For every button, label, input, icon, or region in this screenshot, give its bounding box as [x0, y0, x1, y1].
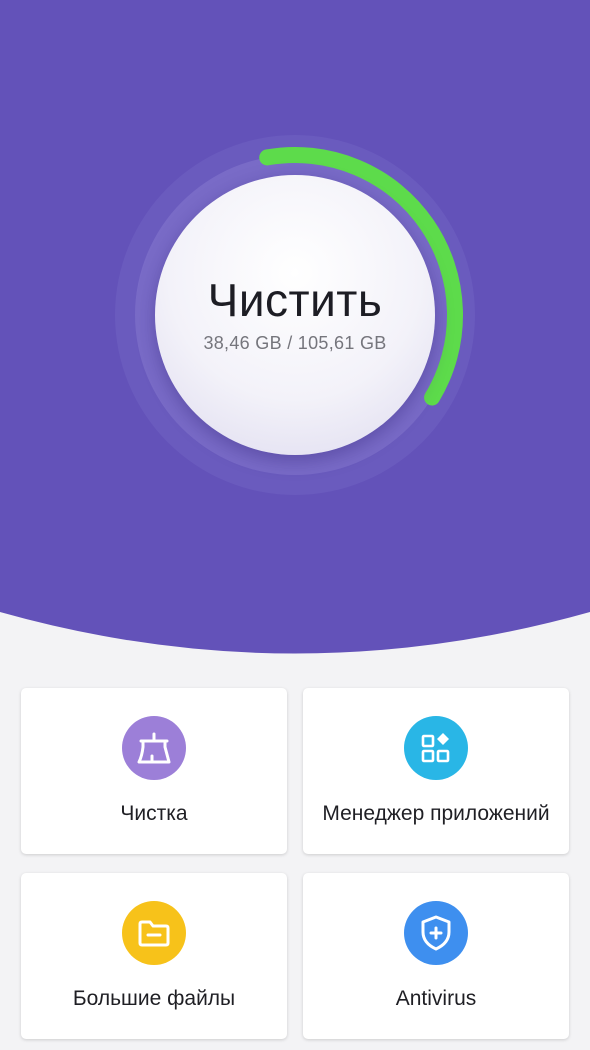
- shield-icon: [404, 901, 468, 965]
- storage-usage-text: 38,46 GB / 105,61 GB: [203, 333, 387, 353]
- large-files-card[interactable]: Большие файлы: [21, 873, 287, 1039]
- clean-button-label: Чистить: [207, 274, 383, 326]
- app-manager-card[interactable]: Менеджер приложений: [303, 688, 569, 854]
- antivirus-card[interactable]: Antivirus: [303, 873, 569, 1039]
- cleaning-label: Чистка: [120, 802, 188, 825]
- apps-icon: [404, 716, 468, 780]
- folder-icon: [122, 901, 186, 965]
- cleaning-card[interactable]: Чистка: [21, 688, 287, 854]
- broom-icon: [122, 716, 186, 780]
- header-area: Чистить 38,46 GB / 105,61 GB: [0, 0, 590, 660]
- clean-button[interactable]: Чистить 38,46 GB / 105,61 GB: [155, 175, 435, 455]
- antivirus-label: Antivirus: [395, 987, 477, 1010]
- app-manager-label: Менеджер приложений: [322, 802, 550, 825]
- large-files-label: Большие файлы: [72, 987, 236, 1010]
